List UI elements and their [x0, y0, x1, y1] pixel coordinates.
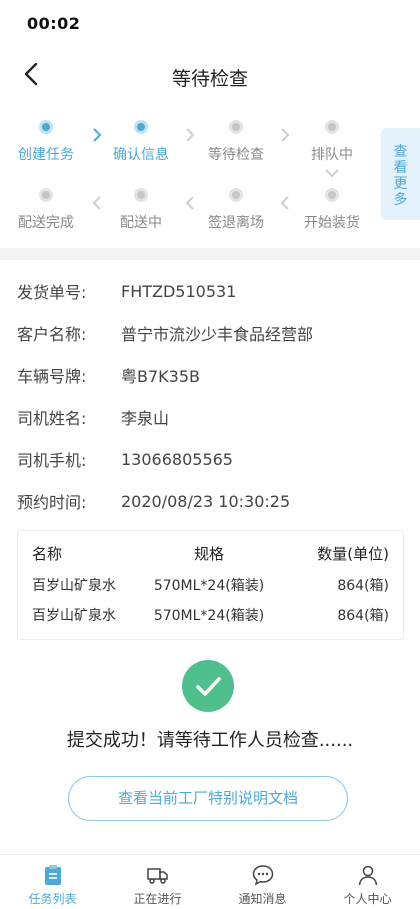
- goods-table: 名称 规格 数量(单位) 百岁山矿泉水 570ML*24(箱装) 864(箱) …: [17, 530, 404, 640]
- tab-profile[interactable]: 个人中心: [315, 855, 420, 909]
- cell-name: 百岁山矿泉水: [32, 578, 116, 594]
- status-bar: 00:02: [0, 0, 420, 48]
- info-row-appointment-time: 预约时间: 2020/08/23 10:30:25: [17, 480, 407, 522]
- info-value: FHTZD510531: [121, 281, 237, 301]
- info-key: 预约时间:: [17, 493, 87, 512]
- info-value: 2020/08/23 10:30:25: [121, 491, 291, 511]
- step-delivery-complete: 配送完成: [0, 188, 92, 232]
- chat-bubble-icon: [252, 865, 273, 886]
- info-value: 普宁市流沙少丰食品经营部: [121, 325, 314, 344]
- tab-in-progress[interactable]: 正在进行: [105, 855, 210, 909]
- step-dot: [229, 188, 243, 202]
- info-row-driver-name: 司机姓名: 李泉山: [17, 396, 407, 438]
- step-label: 创建任务: [18, 147, 74, 163]
- info-value: 13066805565: [121, 449, 233, 469]
- step-create-task: 创建任务: [0, 120, 92, 164]
- step-label: 开始装货: [304, 215, 360, 231]
- cell-spec: 570ML*24(箱装): [153, 608, 265, 624]
- step-dot: [325, 188, 339, 202]
- step-label: 配送完成: [18, 215, 74, 231]
- success-message: 提交成功！请等待工作人员检查......: [66, 730, 354, 751]
- step-sign-out: 签退离场: [190, 188, 282, 232]
- info-key: 客户名称:: [17, 325, 87, 344]
- step-dot: [325, 120, 339, 134]
- step-start-loading: 开始装货: [286, 188, 378, 232]
- info-row-customer-name: 客户名称: 普宁市流沙少丰食品经营部: [17, 312, 407, 354]
- section-divider: [0, 248, 420, 260]
- cell-quantity: 864(箱): [337, 578, 389, 594]
- truck-icon: [146, 868, 168, 884]
- info-key: 司机手机:: [17, 451, 87, 470]
- step-label: 确认信息: [113, 147, 169, 163]
- step-confirm-info: 确认信息: [95, 120, 187, 164]
- info-key: 司机姓名:: [17, 409, 87, 428]
- step-delivering: 配送中: [95, 188, 187, 232]
- info-row-shipment-number: 发货单号: FHTZD510531: [17, 270, 407, 312]
- info-value: 李泉山: [121, 409, 170, 428]
- success-check-icon: [182, 660, 234, 712]
- shipment-info: 发货单号: FHTZD510531 客户名称: 普宁市流沙少丰食品经营部 车辆号…: [17, 270, 407, 522]
- header-name: 名称: [32, 545, 63, 563]
- step-label: 签退离场: [208, 215, 264, 231]
- chevron-left-icon: [92, 196, 101, 210]
- step-wait-check: 等待检查: [190, 120, 282, 164]
- cell-quantity: 864(箱): [337, 608, 389, 624]
- info-key: 车辆号牌:: [17, 367, 87, 386]
- view-more-button[interactable]: 查看更多: [381, 128, 420, 220]
- page-title: 等待检查: [171, 68, 248, 90]
- step-queue: 排队中: [286, 120, 378, 164]
- tab-label: 正在进行: [133, 892, 182, 906]
- cell-spec: 570ML*24(箱装): [153, 578, 265, 594]
- progress-steps: 创建任务 确认信息 等待检查 排队中 开始装货 签退离场 配送中 配送完成: [0, 112, 420, 244]
- tab-label: 通知消息: [238, 892, 287, 906]
- table-row: 百岁山矿泉水 570ML*24(箱装) 864(箱): [18, 575, 405, 605]
- header-quantity: 数量(单位): [317, 545, 389, 563]
- tab-label: 个人中心: [343, 892, 392, 906]
- person-icon: [358, 865, 377, 886]
- step-dot: [134, 120, 148, 134]
- info-value: 粤B7K35B: [121, 367, 200, 386]
- step-label: 等待检查: [208, 147, 264, 163]
- info-row-driver-phone: 司机手机: 13066805565: [17, 438, 407, 480]
- status-time: 00:02: [27, 14, 81, 33]
- step-dot: [229, 120, 243, 134]
- step-label: 排队中: [311, 147, 353, 163]
- tab-task-list[interactable]: 任务列表: [0, 855, 105, 909]
- info-row-plate-number: 车辆号牌: 粤B7K35B: [17, 354, 407, 396]
- tab-label: 任务列表: [28, 892, 77, 906]
- table-row: 百岁山矿泉水 570ML*24(箱装) 864(箱): [18, 605, 405, 635]
- clipboard-icon: [44, 865, 61, 885]
- step-dot: [134, 188, 148, 202]
- info-key: 发货单号:: [17, 283, 87, 302]
- bottom-tab-bar: 任务列表 正在进行 通知消息 个人中心: [0, 854, 420, 909]
- view-factory-doc-button[interactable]: 查看当前工厂特别说明文档: [68, 776, 348, 821]
- view-more-label: 查看更多: [393, 144, 408, 208]
- tab-notifications[interactable]: 通知消息: [210, 855, 315, 909]
- step-dot: [39, 120, 53, 134]
- step-label: 配送中: [120, 215, 162, 231]
- header-spec: 规格: [193, 545, 224, 563]
- chevron-down-icon: [325, 169, 339, 178]
- step-dot: [39, 188, 53, 202]
- cell-name: 百岁山矿泉水: [32, 608, 116, 624]
- checkmark-icon: [196, 677, 221, 696]
- nav-bar: 等待检查: [0, 48, 420, 102]
- table-header: 名称 规格 数量(单位): [18, 543, 405, 573]
